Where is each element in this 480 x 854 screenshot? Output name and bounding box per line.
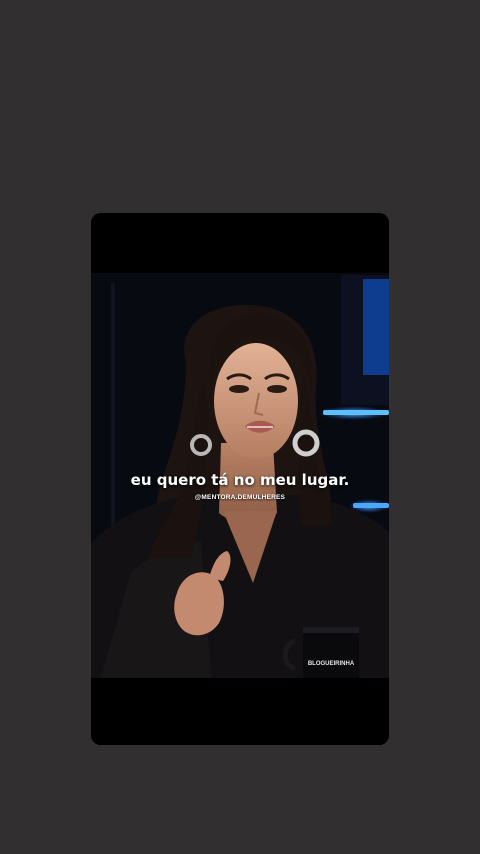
video-caption: eu quero tá no meu lugar. xyxy=(130,471,350,489)
video-player[interactable]: eu quero tá no meu lugar. @MENTORA.DEMUL… xyxy=(91,213,389,745)
story-screen: eu quero tá no meu lugar. @MENTORA.DEMUL… xyxy=(0,0,480,854)
watermark-handle: @MENTORA.DEMULHERES xyxy=(194,494,286,501)
mug-label: BLOGUEIRINHA xyxy=(307,661,355,667)
